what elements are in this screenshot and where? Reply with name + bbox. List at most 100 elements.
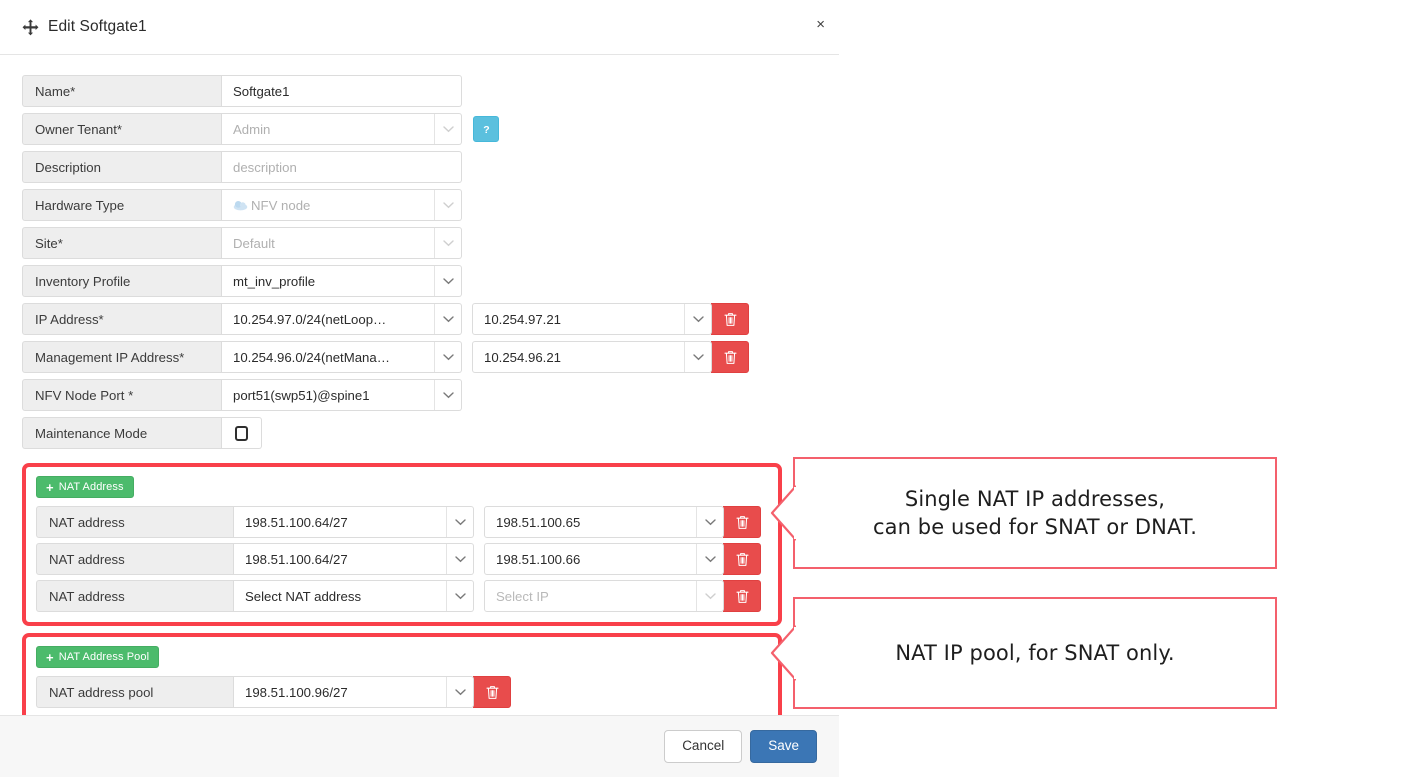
- plus-icon: +: [46, 649, 54, 665]
- delete-nat-address-button[interactable]: [723, 580, 761, 612]
- cancel-button[interactable]: Cancel: [664, 730, 743, 763]
- select-owner-tenant[interactable]: Admin: [222, 113, 462, 145]
- label-maintenance-mode: Maintenance Mode: [22, 417, 222, 449]
- delete-ip-address-button[interactable]: [711, 303, 749, 335]
- value-name: Softgate1: [233, 83, 290, 99]
- page-root: Edit Softgate1 × Name* Softgate1 Owner T…: [0, 0, 1401, 777]
- select-nat-ip[interactable]: 198.51.100.65: [484, 506, 724, 538]
- chevron-down-icon: [434, 228, 461, 258]
- maintenance-mode-checkbox[interactable]: [235, 425, 248, 441]
- value-nat-pool-network: 198.51.100.96/27: [245, 684, 348, 700]
- select-site[interactable]: Default: [222, 227, 462, 259]
- select-nfv-node-port[interactable]: port51(swp51)@spine1: [222, 379, 462, 411]
- add-nat-address-label: NAT Address: [58, 481, 124, 493]
- modal-header: Edit Softgate1 ×: [0, 0, 839, 55]
- trash-icon: [735, 552, 749, 566]
- select-mgmt-network[interactable]: 10.254.96.0/24(netMana…: [222, 341, 462, 373]
- trash-icon: [723, 350, 737, 364]
- trash-icon: [735, 589, 749, 603]
- callout-nat-address: Single NAT IP addresses, can be used for…: [770, 457, 1277, 569]
- modal-body: Name* Softgate1 Owner Tenant* Admin ? De…: [0, 55, 839, 715]
- help-icon[interactable]: ?: [473, 116, 499, 142]
- select-nat-pool-network[interactable]: 198.51.100.96/27: [234, 676, 474, 708]
- page-title: Edit Softgate1: [48, 18, 147, 35]
- value-description: description: [233, 159, 297, 175]
- value-nat-network: 198.51.100.64/27: [245, 514, 348, 530]
- select-ip-network[interactable]: 10.254.97.0/24(netLoop…: [222, 303, 462, 335]
- form-row-nfv-node-port: NFV Node Port * port51(swp51)@spine1: [22, 379, 817, 411]
- callout-line-2: can be used for SNAT or DNAT.: [872, 515, 1197, 539]
- value-mgmt-ip-address: 10.254.96.21: [484, 349, 562, 365]
- cloud-icon: [233, 200, 248, 210]
- label-nat-address: NAT address: [36, 543, 234, 575]
- select-nat-ip[interactable]: 198.51.100.66: [484, 543, 724, 575]
- value-nat-network: Select NAT address: [245, 588, 362, 604]
- chevron-down-icon: [434, 380, 461, 410]
- form-row-ip-address: IP Address* 10.254.97.0/24(netLoop… 10.2…: [22, 303, 817, 335]
- select-nat-network[interactable]: 198.51.100.64/27: [234, 506, 474, 538]
- chevron-down-icon: [446, 677, 473, 707]
- select-nat-ip[interactable]: Select IP: [484, 580, 724, 612]
- value-hardware-type: NFV node: [251, 197, 311, 213]
- callout-tail-icon: [770, 485, 796, 541]
- chevron-down-icon: [684, 342, 711, 372]
- callout-nat-pool-text: NAT IP pool, for SNAT only.: [895, 639, 1174, 667]
- value-nfv-node-port: port51(swp51)@spine1: [233, 387, 370, 403]
- select-ip-value[interactable]: 10.254.97.21: [472, 303, 712, 335]
- add-nat-address-pool-button[interactable]: + NAT Address Pool: [36, 646, 160, 668]
- select-mgmt-ip-value[interactable]: 10.254.96.21: [472, 341, 712, 373]
- select-nat-network[interactable]: Select NAT address: [234, 580, 474, 612]
- nat-address-group: + NAT Address NAT address 198.51.100.64/…: [22, 463, 782, 626]
- nat-address-pool-row: NAT address pool 198.51.100.96/27: [36, 676, 768, 708]
- label-site: Site*: [22, 227, 222, 259]
- delete-nat-address-button[interactable]: [723, 543, 761, 575]
- chevron-down-icon: [434, 266, 461, 296]
- label-nat-address-pool: NAT address pool: [36, 676, 234, 708]
- form-row-hardware-type: Hardware Type NFV node: [22, 189, 817, 221]
- label-nat-address: NAT address: [36, 506, 234, 538]
- trash-icon: [735, 515, 749, 529]
- callout-nat-address-text: Single NAT IP addresses, can be used for…: [873, 485, 1197, 542]
- close-icon[interactable]: ×: [816, 17, 825, 32]
- callout-line-1: NAT IP pool, for SNAT only.: [895, 640, 1175, 665]
- edit-softgate-modal: Edit Softgate1 × Name* Softgate1 Owner T…: [0, 0, 839, 777]
- value-nat-ip: 198.51.100.65: [496, 514, 581, 530]
- select-inventory-profile[interactable]: mt_inv_profile: [222, 265, 462, 297]
- delete-nat-address-button[interactable]: [723, 506, 761, 538]
- form-row-site: Site* Default: [22, 227, 817, 259]
- label-ip-address: IP Address*: [22, 303, 222, 335]
- value-mgmt-network: 10.254.96.0/24(netMana…: [233, 349, 390, 365]
- label-description: Description: [22, 151, 222, 183]
- nat-address-row: NAT address Select NAT address Select IP: [36, 580, 768, 612]
- trash-icon: [485, 685, 499, 699]
- chevron-down-icon: [684, 304, 711, 334]
- form-row-description: Description description: [22, 151, 817, 183]
- chevron-down-icon: [696, 507, 723, 537]
- label-hardware-type: Hardware Type: [22, 189, 222, 221]
- chevron-down-icon: [434, 114, 461, 144]
- plus-icon: +: [46, 479, 54, 495]
- input-description[interactable]: description: [222, 151, 462, 183]
- value-ip-network: 10.254.97.0/24(netLoop…: [233, 311, 387, 327]
- form-row-owner-tenant: Owner Tenant* Admin ?: [22, 113, 817, 145]
- modal-footer: Cancel Save: [0, 715, 839, 777]
- add-nat-address-button[interactable]: + NAT Address: [36, 476, 134, 498]
- input-name[interactable]: Softgate1: [222, 75, 462, 107]
- trash-icon: [723, 312, 737, 326]
- chevron-down-icon: [696, 581, 723, 611]
- select-hardware-type[interactable]: NFV node: [222, 189, 462, 221]
- chevron-down-icon: [446, 507, 473, 537]
- callout-tail-icon: [770, 625, 796, 681]
- value-site: Default: [233, 235, 275, 251]
- select-nat-network[interactable]: 198.51.100.64/27: [234, 543, 474, 575]
- save-button[interactable]: Save: [750, 730, 817, 763]
- chevron-down-icon: [696, 544, 723, 574]
- label-name: Name*: [22, 75, 222, 107]
- form-row-maintenance-mode: Maintenance Mode: [22, 417, 817, 449]
- delete-nat-address-pool-button[interactable]: [473, 676, 511, 708]
- label-inventory-profile: Inventory Profile: [22, 265, 222, 297]
- move-arrows-icon[interactable]: [22, 18, 39, 36]
- maintenance-mode-cell: [222, 417, 262, 449]
- delete-management-ip-button[interactable]: [711, 341, 749, 373]
- form-row-inventory-profile: Inventory Profile mt_inv_profile: [22, 265, 817, 297]
